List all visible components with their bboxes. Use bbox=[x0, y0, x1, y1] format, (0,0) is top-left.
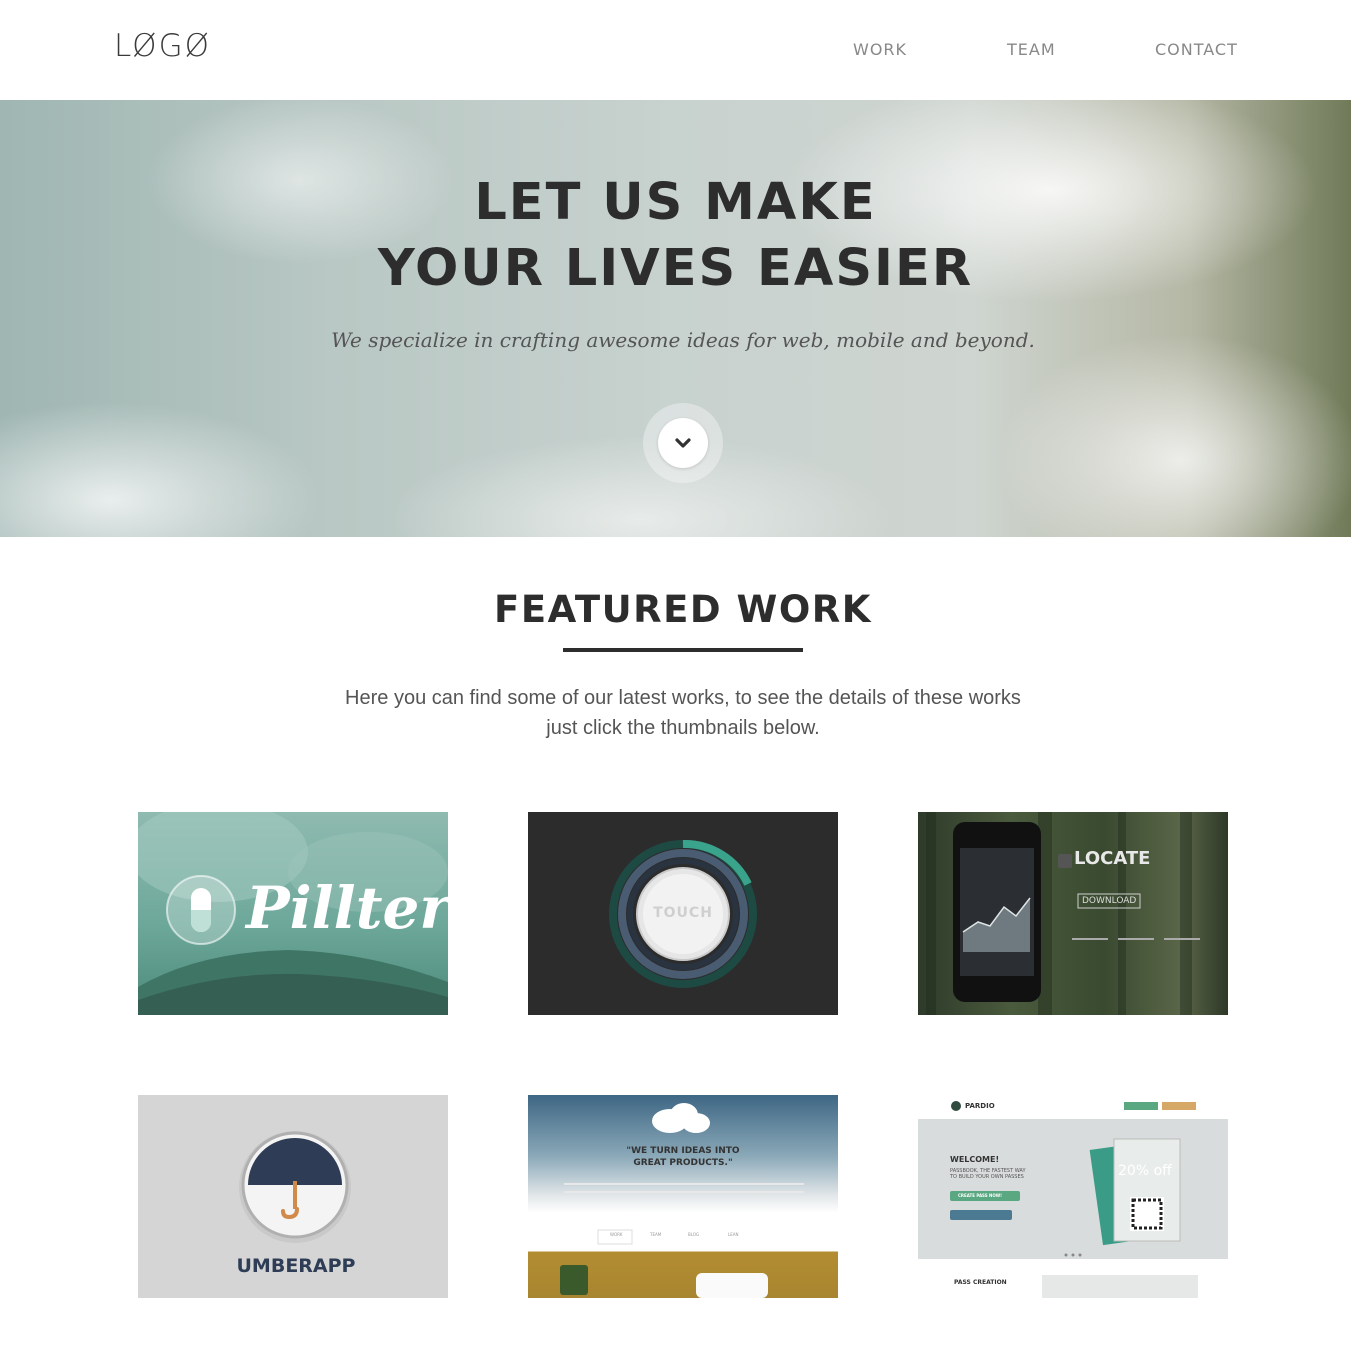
ideas-artwork bbox=[560, 1103, 804, 1298]
featured-description-line1: Here you can find some of our latest wor… bbox=[345, 687, 1021, 709]
ideas-nav-work: WORK bbox=[610, 1232, 623, 1237]
site-logo[interactable]: LØGØ bbox=[114, 28, 211, 64]
pardio-section-heading: PASS CREATION bbox=[954, 1279, 1007, 1286]
pillter-wordmark: Pillter bbox=[246, 874, 448, 942]
pardio-discount: 20% off bbox=[1118, 1163, 1172, 1179]
title-underline bbox=[563, 648, 803, 652]
touch-label: TOUCH bbox=[653, 905, 713, 921]
work-thumbnail-touch[interactable]: TOUCH bbox=[528, 812, 838, 1015]
locate-title: LOCATE bbox=[1074, 848, 1151, 869]
hero-section: LET US MAKE YOUR LIVES EASIER We special… bbox=[0, 100, 1351, 537]
hero-title: LET US MAKE YOUR LIVES EASIER bbox=[0, 170, 1351, 302]
locate-artwork bbox=[926, 812, 1200, 1015]
site-header: LØGØ WORK TEAM CONTACT bbox=[0, 0, 1351, 100]
nav-contact[interactable]: CONTACT bbox=[1155, 40, 1238, 59]
umberapp-wordmark: UMBERAPP bbox=[236, 1255, 356, 1277]
hero-title-line1: LET US MAKE bbox=[474, 173, 877, 232]
nav-work[interactable]: WORK bbox=[853, 40, 907, 59]
featured-description-line2: just click the thumbnails below. bbox=[546, 717, 820, 739]
ideas-nav-team: TEAM bbox=[650, 1232, 662, 1237]
pardio-welcome: WELCOME! bbox=[950, 1155, 1000, 1164]
chevron-down-icon bbox=[675, 438, 691, 448]
work-thumbnail-umberapp[interactable]: UMBERAPP bbox=[138, 1095, 448, 1298]
ideas-headline: "WE TURN IDEAS INTO GREAT PRODUCTS." bbox=[626, 1146, 740, 1168]
pardio-brand: PARDIO bbox=[965, 1102, 995, 1110]
nav-team[interactable]: TEAM bbox=[1007, 40, 1056, 59]
work-thumbnail-locate[interactable]: LOCATE DOWNLOAD bbox=[918, 812, 1228, 1015]
hero-subtitle: We specialize in crafting awesome ideas … bbox=[331, 328, 1035, 352]
ideas-nav-blog: BLOG bbox=[688, 1232, 700, 1237]
umbrella-icon bbox=[293, 1181, 297, 1209]
pardio-tagline2: TO BUILD YOUR OWN PASSES bbox=[950, 1174, 1024, 1180]
featured-title: FEATURED WORK bbox=[494, 588, 872, 631]
featured-description: Here you can find some of our latest wor… bbox=[308, 683, 1058, 743]
scroll-down-button[interactable] bbox=[658, 418, 708, 468]
ideas-nav-lean: LEAN bbox=[728, 1232, 739, 1237]
hero-title-line2: YOUR LIVES EASIER bbox=[377, 239, 974, 298]
work-thumbnail-ideas[interactable]: "WE TURN IDEAS INTO GREAT PRODUCTS." WOR… bbox=[528, 1095, 838, 1298]
work-thumbnail-pillter[interactable]: Pillter bbox=[138, 812, 448, 1015]
work-thumbnail-pardio[interactable]: PARDIO WELCOME! PASSBOOK, THE FASTEST WA… bbox=[918, 1095, 1228, 1298]
pardio-cta: CREATE PASS NOW! bbox=[958, 1193, 1003, 1198]
locate-download-label: DOWNLOAD bbox=[1082, 896, 1137, 906]
